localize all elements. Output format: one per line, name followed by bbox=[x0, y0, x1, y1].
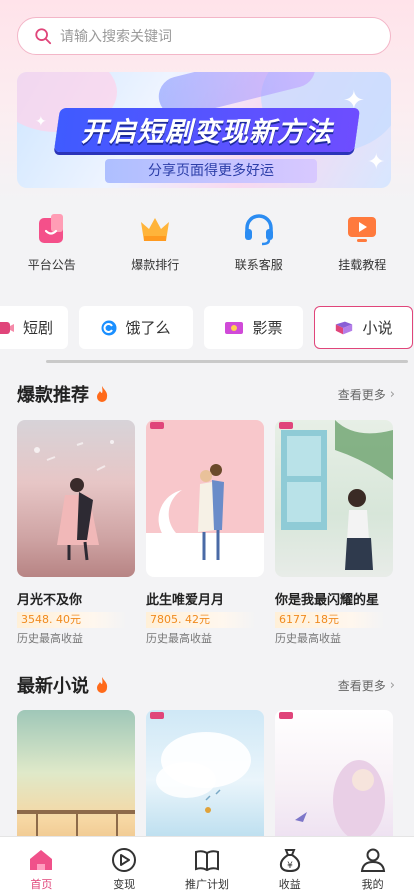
search-placeholder: 请输入搜索关键词 bbox=[60, 29, 172, 45]
quick-link-ranking[interactable]: 爆款排行 bbox=[104, 212, 208, 276]
money-bag-icon: ¥ bbox=[279, 849, 300, 873]
hot-book-card[interactable]: 月光不及你 3548. 40元 历史最高收益 bbox=[17, 420, 135, 646]
banner-title: 开启短剧变现新方法 bbox=[81, 117, 333, 148]
book-cover bbox=[275, 420, 393, 577]
book-title: 你是我最闪耀的星 bbox=[275, 593, 380, 608]
book-icon bbox=[336, 321, 353, 334]
category-eleme[interactable]: 饿了么 bbox=[79, 306, 193, 349]
home-icon bbox=[30, 850, 53, 870]
fire-icon bbox=[97, 386, 108, 402]
book-earnings: 3548. 40元 bbox=[17, 612, 127, 628]
category-scrollbar[interactable] bbox=[46, 360, 408, 363]
tab-earnings[interactable]: ¥ 收益 bbox=[248, 837, 331, 896]
hot-book-card[interactable]: 你是我最闪耀的星 6177. 18元 历史最高收益 bbox=[275, 420, 393, 646]
hot-book-card[interactable]: 此生唯爱月月 7805. 42元 历史最高收益 bbox=[146, 420, 264, 646]
hot-section-header: 爆款推荐 查看更多 › bbox=[17, 382, 395, 406]
tab-label: 推广计划 bbox=[184, 878, 229, 891]
tab-monetize[interactable]: 变现 bbox=[83, 837, 166, 896]
eleme-icon bbox=[101, 320, 117, 335]
section-title: 最新小说 bbox=[17, 676, 89, 697]
quick-link-label: 联系客服 bbox=[234, 258, 283, 272]
play-screen-icon bbox=[348, 217, 377, 242]
chevron-right-icon: › bbox=[389, 386, 395, 402]
hot-see-more[interactable]: 查看更多 › bbox=[338, 386, 395, 403]
category-novel[interactable]: 小说 bbox=[314, 306, 413, 349]
category-label: 影票 bbox=[252, 319, 283, 337]
tab-promotion-plan[interactable]: 推广计划 bbox=[166, 837, 249, 896]
book-cover bbox=[17, 420, 135, 577]
cover-illustration bbox=[158, 464, 224, 560]
crown-icon bbox=[141, 218, 170, 241]
headset-icon bbox=[244, 214, 273, 246]
movie-ticket-icon bbox=[225, 321, 244, 334]
tab-home[interactable]: 首页 bbox=[0, 837, 83, 896]
quick-link-support[interactable]: 联系客服 bbox=[207, 212, 311, 276]
quick-link-notice[interactable]: 平台公告 bbox=[0, 212, 104, 276]
sparkle-icon: ✦ bbox=[367, 150, 386, 175]
cover-illustration bbox=[34, 440, 114, 561]
quick-links: 平台公告 爆款排行 联系客服 挂载教程 bbox=[0, 212, 414, 276]
tab-label: 变现 bbox=[113, 878, 136, 891]
play-circle-icon bbox=[112, 848, 137, 872]
latest-section-header: 最新小说 查看更多 › bbox=[17, 673, 395, 697]
latest-see-more[interactable]: 查看更多 › bbox=[338, 677, 395, 694]
fire-icon bbox=[97, 677, 108, 693]
user-icon bbox=[360, 848, 385, 872]
tab-label: 首页 bbox=[30, 878, 53, 891]
quick-link-label: 平台公告 bbox=[27, 258, 76, 272]
see-more-label: 查看更多 bbox=[337, 387, 386, 402]
section-title: 爆款推荐 bbox=[17, 385, 89, 406]
tab-label: 收益 bbox=[278, 878, 301, 891]
book-cover bbox=[146, 420, 264, 577]
sparkle-icon: ✦ bbox=[35, 114, 47, 130]
chevron-right-icon: › bbox=[389, 677, 395, 693]
quick-link-label: 挂载教程 bbox=[338, 258, 387, 272]
tab-profile[interactable]: 我的 bbox=[331, 837, 414, 896]
banner-subtitle: 分享页面得更多好运 bbox=[105, 159, 317, 183]
open-book-icon bbox=[194, 850, 219, 872]
see-more-label: 查看更多 bbox=[337, 678, 386, 693]
category-label: 小说 bbox=[362, 319, 393, 337]
book-title: 月光不及你 bbox=[17, 593, 83, 608]
cover-illustration bbox=[281, 420, 393, 570]
book-title: 此生唯爱月月 bbox=[146, 593, 225, 608]
category-label: 饿了么 bbox=[125, 319, 171, 337]
search-icon bbox=[35, 28, 52, 45]
search-bar[interactable]: 请输入搜索关键词 bbox=[17, 17, 391, 55]
notice-icon bbox=[38, 214, 63, 243]
earnings-label: 历史最高收益 bbox=[146, 632, 212, 645]
bottom-tab-bar: 首页 变现 推广计划 ¥ 收益 我的 bbox=[0, 836, 414, 896]
earnings-label: 历史最高收益 bbox=[17, 632, 83, 645]
category-short-drama[interactable]: 短剧 bbox=[0, 306, 68, 349]
earnings-label: 历史最高收益 bbox=[275, 632, 341, 645]
category-label: 短剧 bbox=[22, 319, 53, 337]
category-tabs: 短剧 饿了么 影票 小说 bbox=[0, 306, 413, 350]
tab-label: 我的 bbox=[361, 878, 384, 891]
short-drama-icon bbox=[0, 321, 14, 334]
promo-banner[interactable]: ✦ ✦ ✦ 开启短剧变现新方法 分享页面得更多好运 bbox=[17, 72, 391, 188]
quick-link-tutorial[interactable]: 挂载教程 bbox=[311, 212, 414, 276]
quick-link-label: 爆款排行 bbox=[131, 258, 180, 272]
book-earnings: 6177. 18元 bbox=[275, 612, 385, 628]
book-earnings: 7805. 42元 bbox=[146, 612, 256, 628]
svg-text:¥: ¥ bbox=[287, 861, 293, 871]
category-movie-tickets[interactable]: 影票 bbox=[204, 306, 303, 349]
